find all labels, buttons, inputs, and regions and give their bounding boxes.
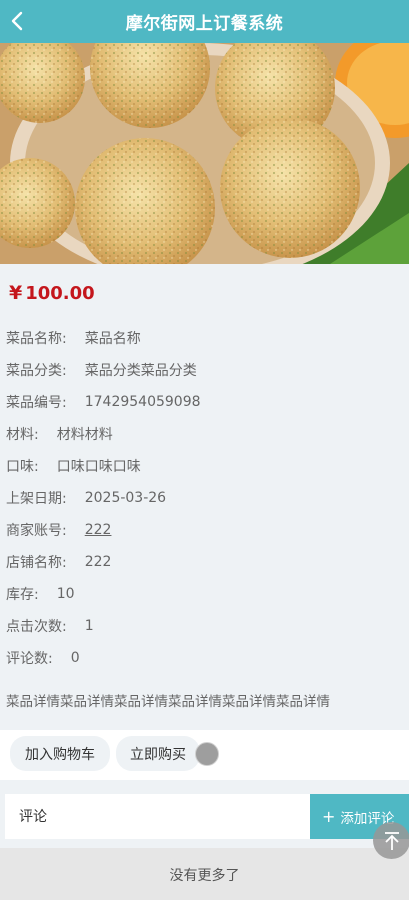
comment-count: 0	[70, 650, 80, 666]
back-to-top-button[interactable]	[373, 822, 409, 859]
chevron-left-icon	[11, 11, 23, 31]
info-row-code: 菜品编号: 1742954059098	[6, 394, 201, 411]
action-bar: 加入购物车 立即购买	[0, 730, 409, 780]
product-description: 菜品详情菜品详情菜品详情菜品详情菜品详情菜品详情	[6, 694, 330, 710]
product-info-list: 菜品名称: 菜品名称 菜品分类: 菜品分类菜品分类 菜品编号: 17429540590…	[6, 322, 406, 674]
info-row-stock: 库存: 10	[6, 586, 75, 603]
product-price: ¥ 100.00	[9, 282, 95, 304]
price-value: 100.00	[25, 283, 95, 304]
buy-now-button[interactable]: 立即购买	[116, 736, 200, 771]
no-more-text: 没有更多了	[169, 868, 240, 884]
merchant-account-link[interactable]: 222	[85, 522, 112, 538]
dish-flavor: 口味口味口味	[56, 459, 141, 475]
info-row-category: 菜品分类: 菜品分类菜品分类	[6, 354, 406, 386]
stock-count: 10	[56, 586, 75, 602]
app-header: 摩尔街网上订餐系统	[0, 0, 409, 43]
back-button[interactable]	[8, 9, 26, 33]
listing-date: 2025-03-26	[84, 490, 167, 506]
list-footer: 没有更多了	[0, 848, 409, 900]
dish-material: 材料材料	[56, 427, 113, 443]
currency-symbol: ¥	[9, 282, 23, 304]
plus-icon: +	[322, 807, 336, 826]
info-row-shop: 店铺名称: 222	[6, 554, 112, 571]
comment-bar: + 添加评论	[5, 794, 409, 839]
info-row-comments: 评论数: 0	[6, 650, 80, 667]
info-row-flavor: 口味: 口味口味口味	[6, 450, 406, 482]
info-row-merchant: 商家账号: 222	[6, 522, 112, 539]
dish-category: 菜品分类菜品分类	[84, 363, 197, 379]
add-to-cart-button[interactable]: 加入购物车	[10, 736, 110, 771]
shop-name: 222	[84, 554, 112, 570]
page-title: 摩尔街网上订餐系统	[125, 14, 284, 34]
arrow-up-icon	[384, 831, 399, 850]
comment-input[interactable]	[5, 794, 310, 839]
click-count: 1	[84, 618, 94, 634]
dish-code: 1742954059098	[84, 394, 201, 410]
favorite-toggle[interactable]	[195, 742, 219, 766]
info-row-clicks: 点击次数: 1	[6, 618, 94, 635]
info-row-name: 菜品名称: 菜品名称	[6, 322, 406, 354]
info-row-material: 材料: 材料材料	[6, 418, 406, 450]
info-row-date: 上架日期: 2025-03-26	[6, 490, 167, 507]
dish-name: 菜品名称	[84, 331, 141, 347]
product-image	[0, 43, 409, 264]
